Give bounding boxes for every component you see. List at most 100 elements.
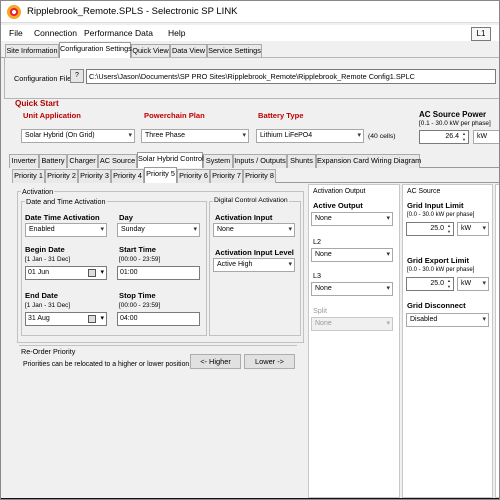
l2-output-select[interactable]: None ▾	[311, 248, 393, 262]
chevron-down-icon: ▾	[288, 261, 292, 268]
activation-input-level-select[interactable]: Active High ▾	[213, 258, 295, 272]
split-output-select: None ▾	[311, 317, 393, 331]
tab-data-view[interactable]: Data View	[170, 44, 207, 58]
menu-performance-data[interactable]: Performance Data	[84, 28, 153, 38]
chevron-down-icon: ▾	[386, 285, 390, 292]
grid-export-limit-unit-select[interactable]: kW ▾	[457, 277, 489, 291]
grid-input-limit-unit-select[interactable]: kW ▾	[457, 222, 489, 236]
powerchain-plan-select[interactable]: Three Phase ▾	[141, 129, 249, 143]
configuration-file-path-field[interactable]: C:\Users\Jason\Documents\SP PRO Sites\Ri…	[86, 69, 496, 84]
day-select[interactable]: Sunday ▾	[117, 223, 200, 237]
activation-input-value: None	[217, 226, 234, 233]
tab-ac-source[interactable]: AC Source	[98, 154, 137, 168]
menu-file[interactable]: File	[9, 28, 23, 38]
tab-priority-4[interactable]: Priority 4	[111, 169, 144, 183]
priority-tab-strip: Priority 1 Priority 2 Priority 3 Priorit…	[12, 167, 499, 183]
start-time-input[interactable]: 01:00	[117, 266, 200, 280]
grid-input-limit-input[interactable]: 25.0 ▲ ▼	[406, 222, 454, 236]
grid-export-limit-unit: kW	[461, 280, 472, 287]
start-time-range: [00:00 - 23:59]	[119, 256, 161, 263]
tab-solar-hybrid-control[interactable]: Solar Hybrid Control	[137, 152, 204, 168]
ac-source-title: AC Source	[407, 188, 441, 195]
ac-source-power-range: [0.1 - 30.0 kW per phase]	[419, 120, 491, 127]
menu-connection[interactable]: Connection	[34, 28, 77, 38]
tab-priority-8[interactable]: Priority 8	[243, 169, 276, 183]
menu-help[interactable]: Help	[168, 28, 185, 38]
settings-subtab-strip: Inverter Battery Charger AC Source Solar…	[9, 152, 499, 168]
grid-disconnect-label: Grid Disconnect	[407, 301, 466, 310]
activation-input-level-label: Activation Input Level	[215, 248, 294, 257]
split-output-value: None	[315, 320, 332, 327]
tab-charger[interactable]: Charger	[67, 154, 98, 168]
grid-export-limit-input[interactable]: 25.0 ▲ ▼	[406, 277, 454, 291]
ac-source-power-unit-select[interactable]: kW	[473, 130, 499, 144]
active-output-select[interactable]: None ▾	[311, 212, 393, 226]
tab-expansion-card-wiring-diagram[interactable]: Expansion Card Wiring Diagram	[316, 154, 421, 168]
stop-time-value: 04:00	[120, 315, 138, 322]
ac-source-power-input[interactable]: 26.4 ▲ ▼	[419, 130, 469, 144]
chevron-down-icon: ▾	[357, 132, 361, 139]
next-panel-edge	[495, 184, 499, 498]
configuration-file-label: Configuration File	[14, 74, 72, 83]
tab-inverter[interactable]: Inverter	[9, 154, 39, 168]
calendar-icon[interactable]	[88, 269, 96, 277]
grid-input-limit-label: Grid Input Limit	[407, 201, 464, 210]
date-time-activation-label: Date Time Activation	[25, 213, 100, 222]
chevron-down-icon: ▾	[100, 226, 104, 233]
chevron-down-icon: ▾	[242, 132, 246, 139]
day-value: Sunday	[121, 226, 145, 233]
ac-source-power-label: AC Source Power	[419, 110, 487, 119]
tab-configuration-settings[interactable]: Configuration Settings	[59, 42, 132, 58]
end-date-picker[interactable]: 31 Aug ▾	[25, 312, 107, 326]
spinner-arrows-icon[interactable]: ▲ ▼	[446, 223, 452, 235]
menu-bar: File Connection Performance Data Help	[1, 25, 499, 41]
chevron-down-icon: ▾	[386, 320, 390, 327]
date-time-activation-value: Enabled	[29, 226, 55, 233]
activation-input-select[interactable]: None ▾	[213, 223, 295, 237]
tab-shunts[interactable]: Shunts	[287, 154, 316, 168]
tab-battery[interactable]: Battery	[39, 154, 67, 168]
browse-file-button[interactable]: ?	[70, 69, 84, 83]
battery-cells-count: (40 cells)	[368, 133, 396, 140]
unit-application-select[interactable]: Solar Hybrid (On Grid) ▾	[21, 129, 135, 143]
l2-label: L2	[313, 237, 321, 246]
higher-button[interactable]: <- Higher	[190, 354, 241, 369]
tab-site-information[interactable]: Site Information	[5, 44, 59, 58]
tab-service-settings[interactable]: Service Settings	[207, 44, 262, 58]
line-indicator-badge[interactable]: L1	[471, 27, 491, 41]
powerchain-plan-label: Powerchain Plan	[144, 111, 205, 120]
app-logo-icon	[7, 5, 21, 19]
main-tab-strip: Site Information Configuration Settings …	[1, 42, 499, 58]
chevron-down-icon[interactable]: ▾	[100, 313, 104, 325]
grid-disconnect-select[interactable]: Disabled ▾	[406, 313, 489, 327]
battery-type-select[interactable]: Lithium LiFePO4 ▾	[256, 129, 364, 143]
tab-priority-2[interactable]: Priority 2	[45, 169, 78, 183]
tab-inputs-outputs[interactable]: Inputs / Outputs	[233, 154, 287, 168]
quick-start-title: Quick Start	[15, 99, 59, 108]
l2-output-value: None	[315, 251, 332, 258]
tab-quick-view[interactable]: Quick View	[131, 44, 170, 58]
tab-system[interactable]: System	[203, 154, 233, 168]
calendar-icon[interactable]	[88, 315, 96, 323]
begin-date-label: Begin Date	[25, 245, 65, 254]
split-label: Split	[313, 306, 327, 315]
spinner-arrows-icon[interactable]: ▲ ▼	[461, 131, 467, 143]
tab-priority-5[interactable]: Priority 5	[144, 167, 177, 183]
begin-date-picker[interactable]: 01 Jun ▾	[25, 266, 107, 280]
l3-output-select[interactable]: None ▾	[311, 282, 393, 296]
tab-priority-1[interactable]: Priority 1	[12, 169, 45, 183]
chevron-down-icon[interactable]: ▾	[100, 267, 104, 279]
date-time-activation-select[interactable]: Enabled ▾	[25, 223, 107, 237]
active-output-value: None	[315, 215, 332, 222]
day-label: Day	[119, 213, 133, 222]
spinner-arrows-icon[interactable]: ▲ ▼	[446, 278, 452, 290]
stop-time-input[interactable]: 04:00	[117, 312, 200, 326]
activation-output-panel	[308, 184, 400, 498]
tab-priority-3[interactable]: Priority 3	[78, 169, 111, 183]
tab-priority-7[interactable]: Priority 7	[210, 169, 243, 183]
lower-button[interactable]: Lower ->	[244, 354, 295, 369]
grid-input-limit-unit: kW	[461, 225, 472, 232]
tab-priority-6[interactable]: Priority 6	[177, 169, 210, 183]
battery-type-label: Battery Type	[258, 111, 304, 120]
l3-label: L3	[313, 271, 321, 280]
